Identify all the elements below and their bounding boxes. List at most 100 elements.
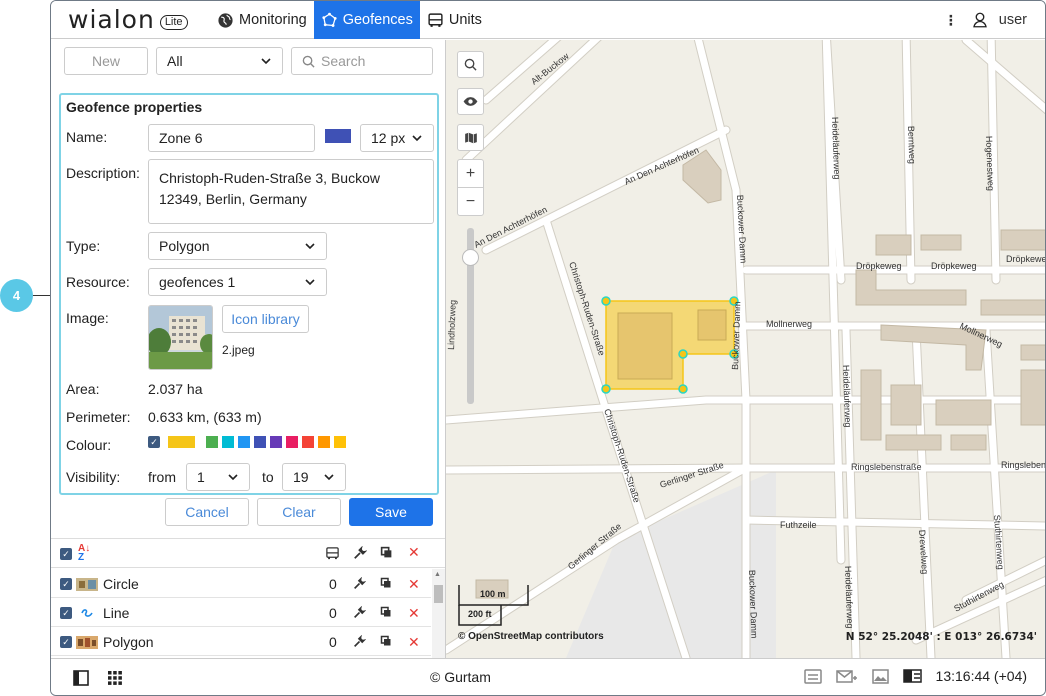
delete-icon[interactable]: ✕ <box>408 576 420 593</box>
search-placeholder: Search <box>321 53 366 69</box>
select-all-checkbox[interactable]: ✓ <box>60 548 72 560</box>
visibility-to-select[interactable]: 19 <box>282 463 346 491</box>
geofence-image-thumbnail[interactable] <box>148 305 213 370</box>
street-label: Mollnerweg <box>766 319 812 329</box>
tab-geofences-label: Geofences <box>342 12 413 28</box>
search-icon <box>464 58 477 71</box>
image-icon[interactable] <box>871 668 889 684</box>
map-search-button[interactable] <box>457 51 484 78</box>
search-input[interactable]: Search <box>291 47 433 75</box>
wrench-icon[interactable] <box>353 577 366 590</box>
line-color-swatch[interactable] <box>325 129 351 143</box>
logo-badge: Lite <box>159 15 188 30</box>
street-label: Ringslebenstraße <box>851 462 922 472</box>
list-item[interactable]: ✓ Polygon 0 ✕ <box>51 627 431 656</box>
visibility-from-select[interactable]: 1 <box>186 463 250 491</box>
building-photo <box>149 306 212 369</box>
scroll-thumb[interactable] <box>434 585 443 603</box>
layout-icon[interactable] <box>902 669 922 683</box>
map-layers-button[interactable] <box>457 124 484 151</box>
logo[interactable]: wialon Lite <box>68 5 188 34</box>
list-item[interactable]: ✓ Line 0 ✕ <box>51 598 431 627</box>
tab-units[interactable]: Units <box>420 1 489 39</box>
colour-swatch[interactable] <box>270 436 282 448</box>
list-scrollbar[interactable]: ▲ <box>432 569 445 658</box>
user-name[interactable]: user <box>999 12 1027 28</box>
row-checkbox[interactable]: ✓ <box>60 636 72 648</box>
map-canvas[interactable]: Alt-Buckow An Den Achterhöfen An Den Ach… <box>446 40 1046 658</box>
copy-icon[interactable] <box>380 546 393 559</box>
street-label: Futhzeile <box>780 520 817 530</box>
apps-grid-icon[interactable] <box>107 670 123 686</box>
copy-icon[interactable] <box>380 635 392 647</box>
zoom-out-button[interactable]: − <box>457 187 484 216</box>
perimeter-value: 0.633 km, (633 m) <box>148 409 262 425</box>
eye-icon <box>463 97 478 106</box>
copy-icon[interactable] <box>380 606 392 618</box>
colour-swatch[interactable] <box>302 436 314 448</box>
map-view[interactable]: Alt-Buckow An Den Achterhöfen An Den Ach… <box>446 40 1046 658</box>
colour-swatch[interactable] <box>334 436 346 448</box>
line-width-select[interactable]: 12 px <box>360 124 434 152</box>
icon-library-button[interactable]: Icon library <box>222 305 309 333</box>
colour-swatch[interactable] <box>222 436 234 448</box>
resource-value: geofences 1 <box>159 274 236 290</box>
street-label: Heideläuferweg <box>841 365 853 428</box>
wrench-icon[interactable] <box>353 635 366 648</box>
delete-icon[interactable]: ✕ <box>408 605 420 622</box>
user-icon[interactable] <box>971 11 989 29</box>
delete-all-icon[interactable]: ✕ <box>408 544 420 561</box>
wrench-icon[interactable] <box>353 606 366 619</box>
scroll-up-icon[interactable]: ▲ <box>434 571 441 578</box>
colour-swatch[interactable] <box>318 436 330 448</box>
colour-swatch[interactable] <box>254 436 266 448</box>
geofence-panel: New All Search Geofence properties Name:… <box>51 40 446 658</box>
panel-toolbar: New All Search <box>64 47 433 75</box>
row-count: 0 <box>329 634 337 650</box>
sort-az-icon[interactable]: A↓ Z <box>78 544 90 563</box>
panel-toggle-icon[interactable] <box>73 670 89 686</box>
tab-geofences[interactable]: Geofences <box>313 1 420 39</box>
delete-icon[interactable]: ✕ <box>408 634 420 651</box>
perimeter-label: Perimeter: <box>66 409 131 425</box>
row-checkbox[interactable]: ✓ <box>60 578 72 590</box>
colour-swatch[interactable] <box>238 436 250 448</box>
colour-label: Colour: <box>66 437 112 453</box>
list-item[interactable]: ✓ Circle 0 ✕ <box>51 569 431 598</box>
messages-icon[interactable] <box>835 669 858 684</box>
save-button[interactable]: Save <box>349 498 433 526</box>
bus-icon[interactable] <box>325 546 340 561</box>
street-label: Dröpkeweg <box>1006 254 1046 264</box>
description-field[interactable]: Christoph-Ruden-Straße 3, Buckow 12349, … <box>148 159 434 224</box>
app-window: wialon Lite Monitoring Geofences Units ⋮… <box>50 0 1046 696</box>
map-visibility-button[interactable] <box>457 88 484 115</box>
copy-icon[interactable] <box>380 577 392 589</box>
visibility-from-value: 1 <box>197 469 205 485</box>
resource-select[interactable]: geofences 1 <box>148 268 327 296</box>
zoom-in-button[interactable]: + <box>457 159 484 188</box>
header-right: ⋮ user <box>941 1 1027 39</box>
colour-swatch[interactable] <box>286 436 298 448</box>
row-checkbox[interactable]: ✓ <box>60 607 72 619</box>
footer-right: 13:16:44 (+04) <box>803 668 1027 684</box>
visibility-from-label: from <box>148 469 176 485</box>
clear-button[interactable]: Clear <box>257 498 341 526</box>
more-menu-icon[interactable]: ⋮ <box>941 12 961 29</box>
type-select[interactable]: Polygon <box>148 232 327 260</box>
colour-checkbox[interactable]: ✓ <box>148 436 160 448</box>
map-attribution[interactable]: © OpenStreetMap contributors <box>458 631 604 642</box>
street-label: Ringslebenstraße <box>1001 460 1046 470</box>
name-field[interactable]: Zone 6 <box>148 124 315 152</box>
new-button[interactable]: New <box>64 47 148 75</box>
filter-select[interactable]: All <box>156 47 283 75</box>
cancel-button[interactable]: Cancel <box>165 498 249 526</box>
wrench-icon[interactable] <box>353 546 367 560</box>
geofence-polygon[interactable] <box>601 296 739 394</box>
colour-swatch[interactable] <box>206 436 218 448</box>
colour-swatch-selected[interactable] <box>168 436 195 448</box>
tab-monitoring[interactable]: Monitoring <box>210 1 314 39</box>
zoom-slider-handle[interactable] <box>462 249 479 266</box>
area-value: 2.037 ha <box>148 381 203 397</box>
logo-word: wialon <box>68 5 155 34</box>
notifications-icon[interactable] <box>803 668 822 684</box>
